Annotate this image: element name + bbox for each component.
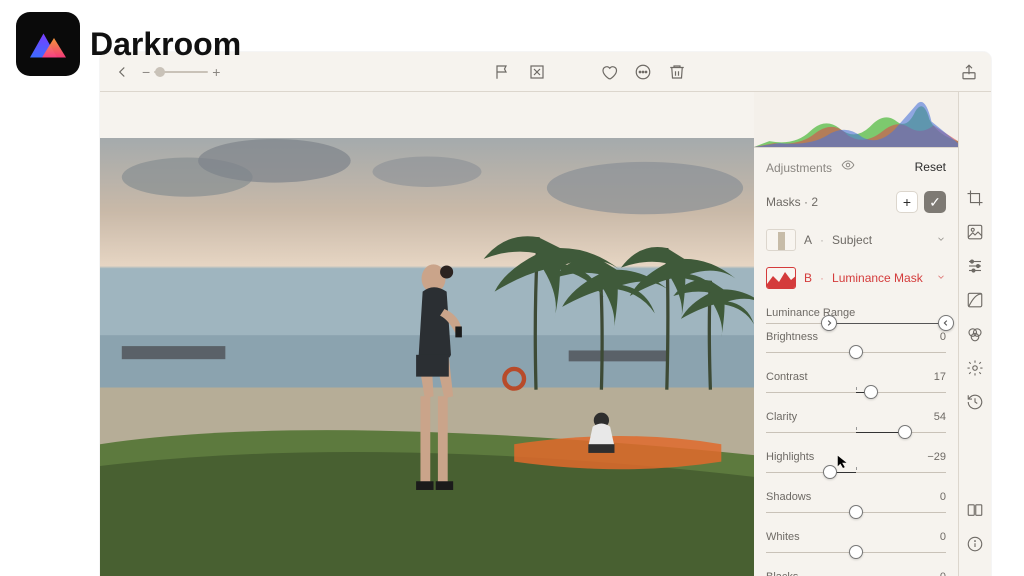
histogram-tool[interactable] [965,222,985,242]
app-window: − + [100,52,991,576]
mask-b-name: Luminance Mask [832,271,923,285]
crop-tool[interactable] [965,188,985,208]
mask-thumb-b [766,267,796,289]
masks-label: Masks [766,195,801,209]
visibility-icon[interactable] [841,158,855,172]
slider-value: 0 [940,571,946,576]
more-button[interactable] [633,62,653,82]
reset-button[interactable]: Reset [915,160,946,174]
adjust-tool[interactable] [965,256,985,276]
history-tool[interactable] [965,392,985,412]
slider-label: Shadows [766,491,811,503]
slider-contrast[interactable]: Contrast 17 [754,367,958,407]
histogram [754,92,958,148]
photo-column [100,92,754,576]
detail-tool[interactable] [965,358,985,378]
chevron-down-icon [936,271,946,285]
slider-label: Brightness [766,331,818,343]
slider-brightness[interactable]: Brightness 0 [754,327,958,367]
mask-b-prefix: B [804,271,812,285]
trash-button[interactable] [667,62,687,82]
slider-whites[interactable]: Whites 0 [754,527,958,567]
mask-thumb-a [766,229,796,251]
app-name: Darkroom [90,26,241,63]
tool-rail [958,92,991,576]
slider-label: Whites [766,531,800,543]
curves-tool[interactable] [965,290,985,310]
slider-label: Blacks [766,571,798,576]
confirm-mask-button[interactable]: ✓ [924,191,946,213]
luminance-range-label: Luminance Range [754,297,958,323]
share-button[interactable] [959,62,979,82]
chevron-down-icon [936,233,946,247]
slider-value: 17 [934,371,946,383]
favorite-button[interactable] [599,62,619,82]
adjustments-panel: Adjustments Reset Masks · 2 + ✓ [754,92,958,576]
slider-shadows[interactable]: Shadows 0 [754,487,958,527]
mask-item-a[interactable]: A · Subject [754,221,958,259]
slider-highlights[interactable]: Highlights −29 [754,447,958,487]
flag-button[interactable] [493,62,513,82]
app-icon [16,12,80,76]
reject-button[interactable] [527,62,547,82]
mask-a-prefix: A [804,233,812,247]
add-mask-button[interactable]: + [896,191,918,213]
masks-count: 2 [811,195,818,209]
compare-tool[interactable] [965,500,985,520]
mask-a-name: Subject [832,233,872,247]
color-tool[interactable] [965,324,985,344]
slider-value: −29 [927,451,946,463]
slider-clarity[interactable]: Clarity 54 [754,407,958,447]
adjustments-label: Adjustments [766,161,832,175]
photo-canvas[interactable] [100,138,754,576]
slider-blacks[interactable]: Blacks 0 [754,567,958,576]
info-tool[interactable] [965,534,985,554]
slider-label: Highlights [766,451,814,463]
slider-value: 54 [934,411,946,423]
app-brand: Darkroom [16,12,241,76]
slider-label: Contrast [766,371,808,383]
slider-value: 0 [940,531,946,543]
slider-value: 0 [940,491,946,503]
mask-item-b[interactable]: B · Luminance Mask [754,259,958,297]
slider-label: Clarity [766,411,797,423]
slider-value: 0 [940,331,946,343]
